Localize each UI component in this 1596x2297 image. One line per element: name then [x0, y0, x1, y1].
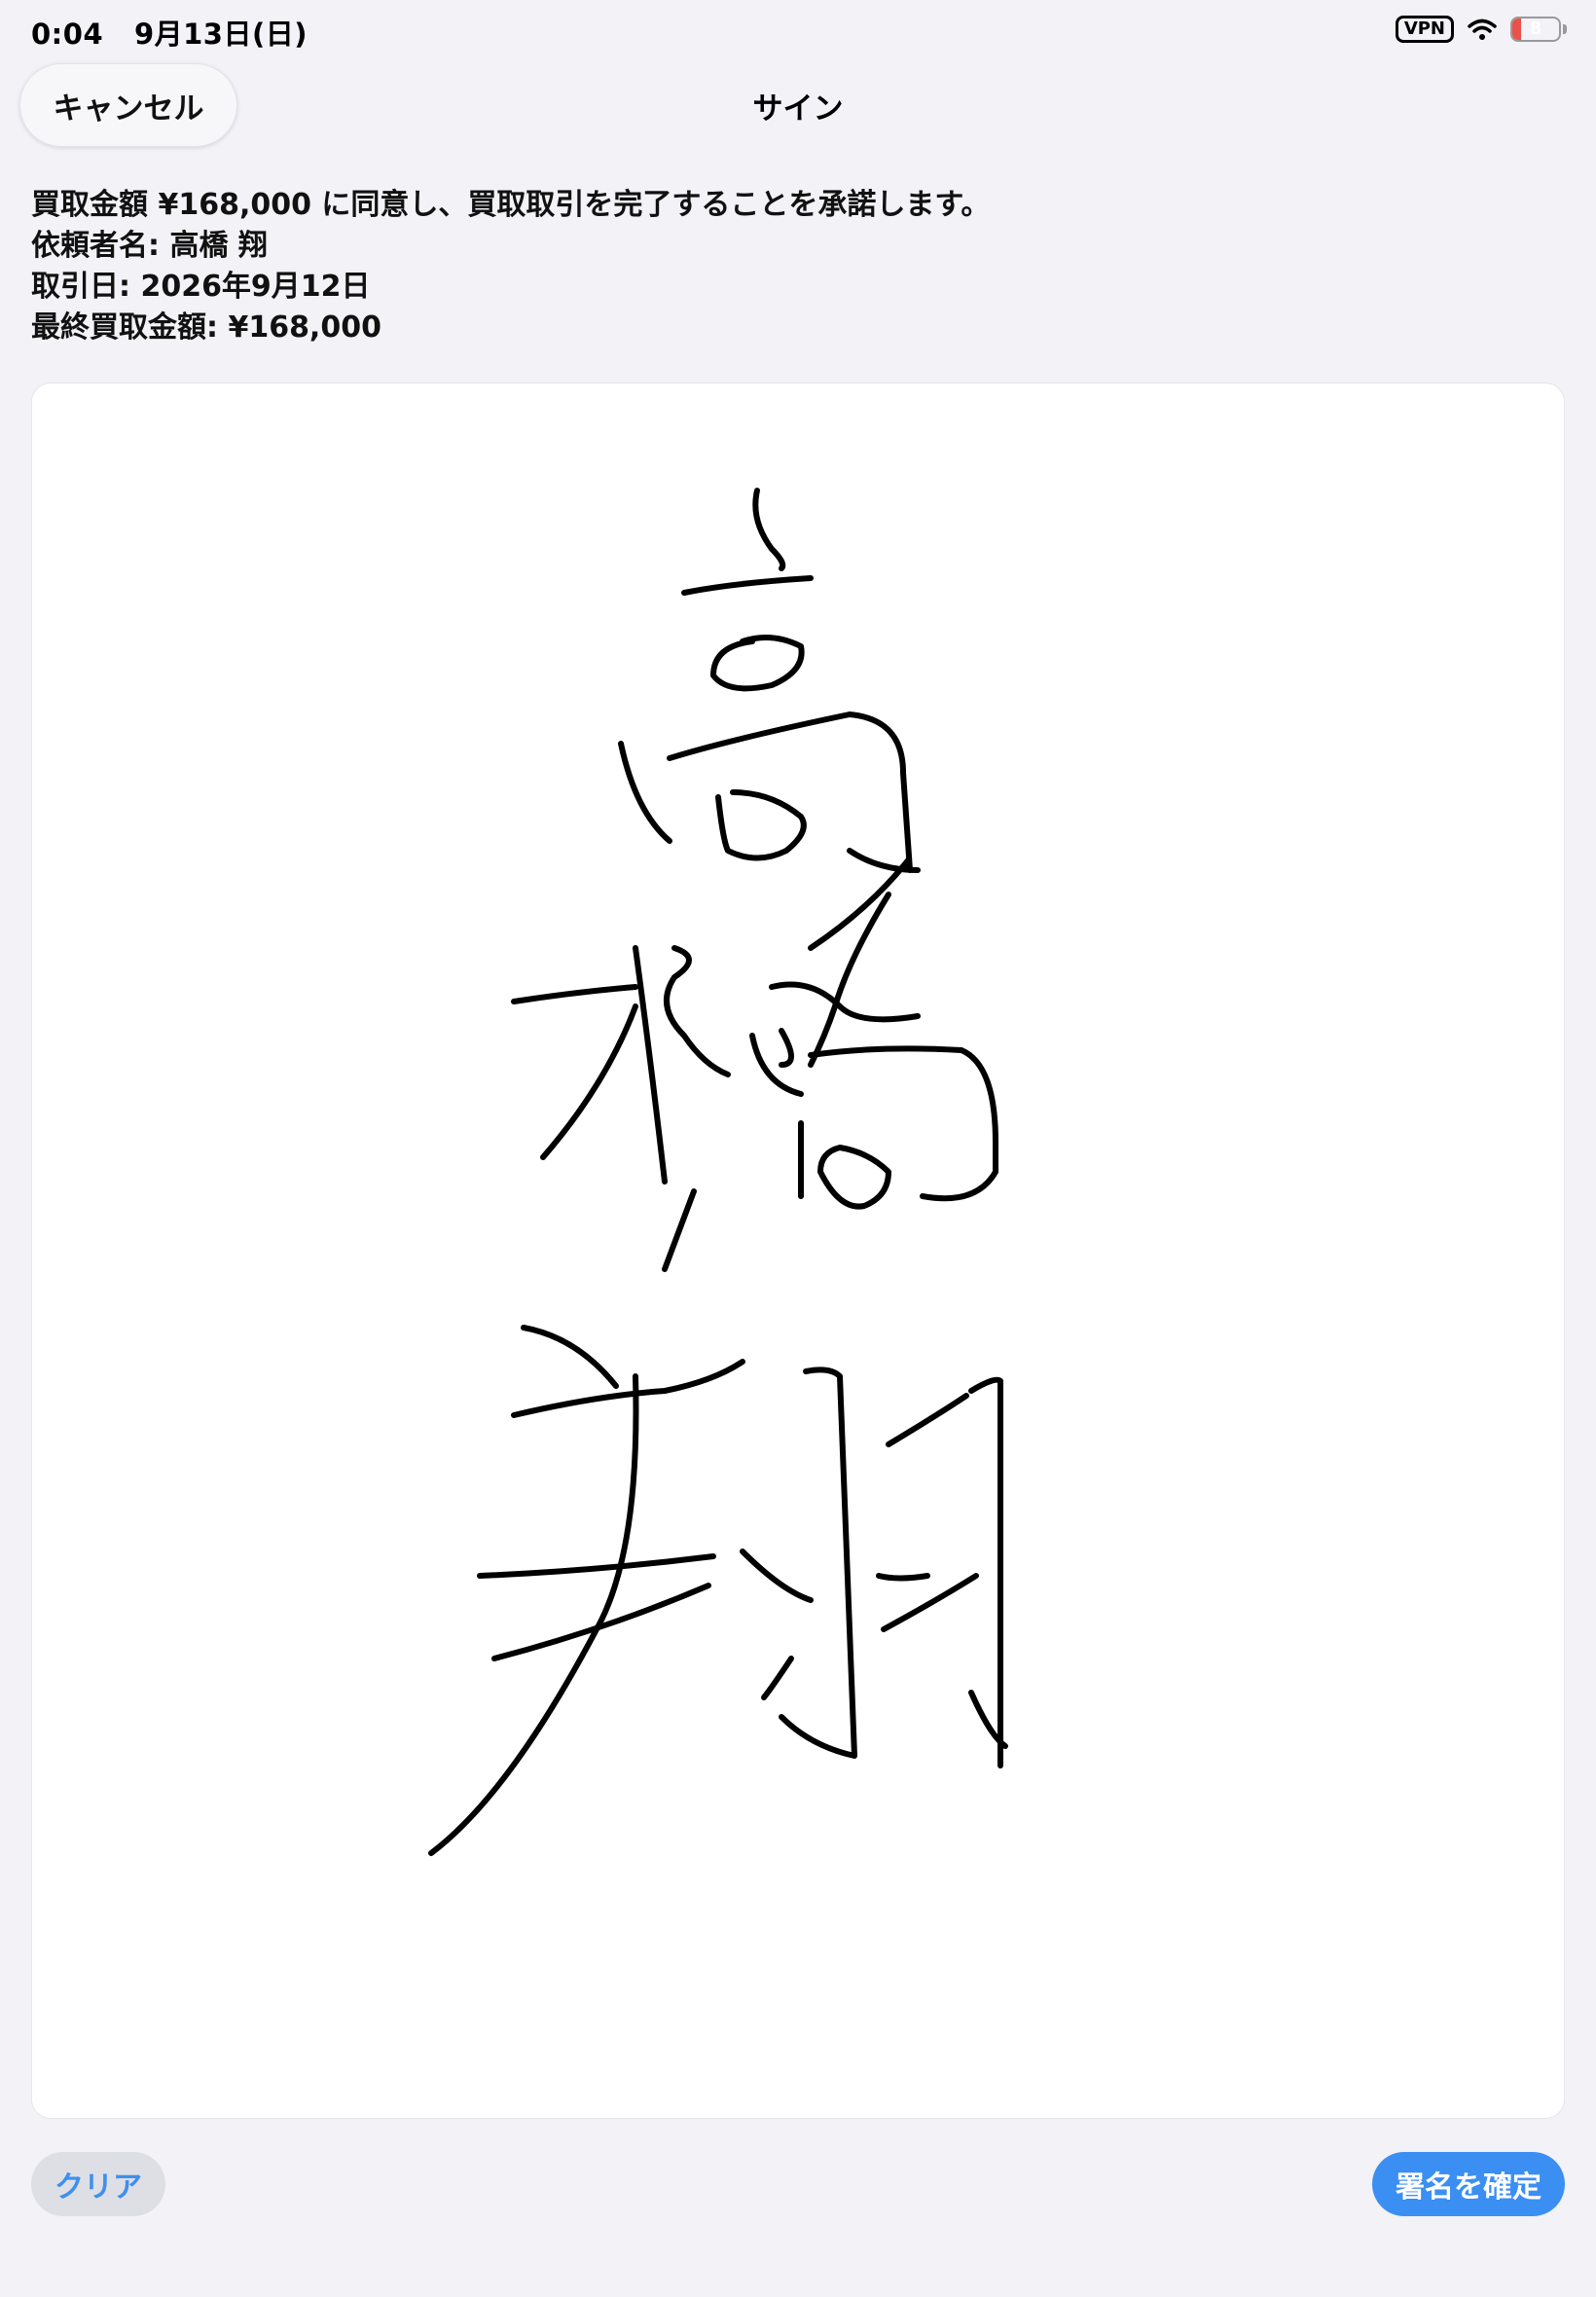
consent-text: 買取金額 ¥168,000 に同意し、買取取引を完了することを承諾します。 依頼… — [31, 185, 990, 348]
consent-client-name: 依頼者名: 高橋 翔 — [31, 229, 268, 263]
consent-transaction-date: 取引日: 2026年9月12日 — [31, 270, 371, 304]
signature-strokes — [428, 488, 1008, 1856]
consent-final-amount: 最終買取金額: ¥168,000 — [31, 310, 381, 345]
battery-icon: 8 — [1510, 17, 1561, 42]
status-indicators: VPN 8 — [1395, 16, 1567, 43]
page-title: サイン — [752, 91, 844, 127]
status-time: 0:04 9月13日(日) — [31, 12, 308, 53]
battery-tip — [1563, 24, 1567, 34]
status-bar: 0:04 9月13日(日) VPN 8 — [0, 0, 1596, 62]
vpn-icon: VPN — [1395, 16, 1454, 43]
consent-agreement: 買取金額 ¥168,000 に同意し、買取取引を完了することを承諾します。 — [31, 188, 991, 222]
wifi-icon — [1468, 18, 1497, 40]
confirm-signature-button[interactable]: 署名を確定 — [1372, 2152, 1565, 2216]
clear-button[interactable]: クリア — [31, 2152, 165, 2216]
status-clock: 0:04 — [31, 18, 104, 51]
status-date: 9月13日(日) — [133, 18, 308, 51]
signature-pad[interactable] — [31, 383, 1565, 2119]
battery-level: 8 — [1529, 18, 1542, 39]
